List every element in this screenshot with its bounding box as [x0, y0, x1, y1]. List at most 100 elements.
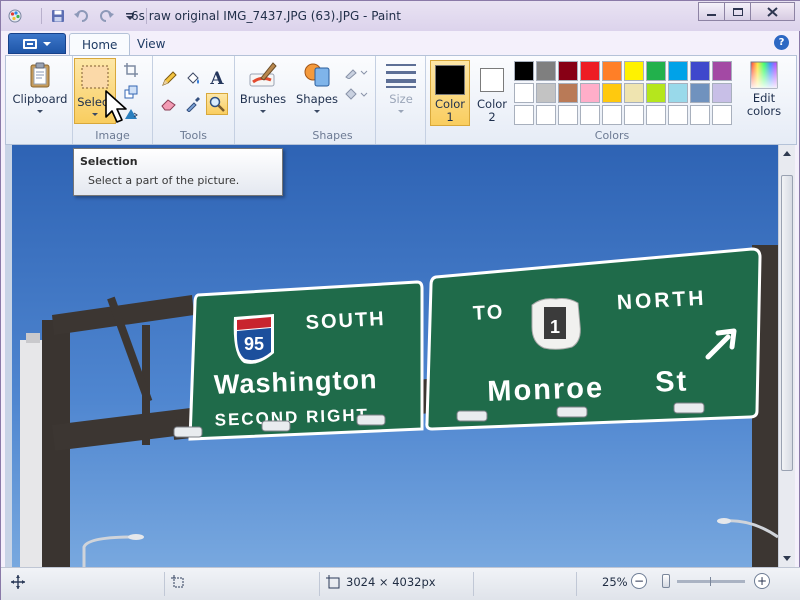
paint-menu-icon	[23, 38, 37, 49]
clipboard-icon	[30, 62, 50, 88]
scroll-up-icon[interactable]	[783, 151, 791, 156]
palette-color-swatch[interactable]	[602, 105, 622, 125]
tooltip-title: Selection	[80, 155, 138, 168]
size-button[interactable]: Size	[380, 62, 422, 113]
tooltip-description: Select a part of the picture.	[88, 174, 240, 187]
palette-color-swatch[interactable]	[624, 83, 644, 103]
palette-color-swatch[interactable]	[624, 61, 644, 81]
maximize-button[interactable]	[724, 2, 751, 21]
close-button[interactable]	[750, 2, 795, 21]
image-group-label: Image	[95, 129, 130, 142]
palette-color-swatch[interactable]	[602, 61, 622, 81]
help-icon[interactable]: ?	[774, 35, 789, 50]
tab-home[interactable]: Home	[69, 33, 131, 56]
vertical-scrollbar[interactable]	[778, 145, 795, 567]
scroll-down-icon[interactable]	[783, 556, 791, 561]
palette-color-swatch[interactable]	[536, 105, 556, 125]
palette-color-swatch[interactable]	[712, 61, 732, 81]
palette-color-swatch[interactable]	[558, 61, 578, 81]
pencil-tool[interactable]	[158, 68, 180, 90]
pencil-icon	[162, 71, 177, 86]
tools-group: A Tools	[153, 56, 235, 144]
edit-colors-button[interactable]: Edit colors	[738, 60, 790, 118]
colors-group: Color 1 Color 2 Edit colors Colors	[426, 56, 798, 144]
palette-color-swatch[interactable]	[690, 61, 710, 81]
zoom-in-button[interactable]: +	[754, 573, 770, 589]
window-controls	[698, 2, 795, 21]
mouse-cursor-icon	[105, 90, 127, 123]
paint-menu-button[interactable]	[8, 33, 66, 54]
save-icon[interactable]	[48, 7, 68, 25]
clipboard-label: Clipboard	[12, 92, 68, 106]
status-bar: 3024 × 4032px 25% − +	[1, 567, 800, 600]
paint-app-icon[interactable]	[7, 8, 23, 24]
undo-icon[interactable]	[72, 7, 92, 25]
status-separator	[576, 572, 577, 596]
zoom-slider-track[interactable]	[677, 580, 745, 583]
magnifier-tool[interactable]	[206, 93, 228, 115]
palette-color-swatch[interactable]	[536, 83, 556, 103]
palette-color-swatch[interactable]	[646, 61, 666, 81]
palette-color-swatch[interactable]	[668, 61, 688, 81]
right-sign-direction: NORTH	[616, 287, 707, 315]
us-route-shield: 1	[531, 298, 581, 350]
palette-color-swatch[interactable]	[624, 105, 644, 125]
scroll-thumb[interactable]	[781, 175, 793, 471]
canvas-area[interactable]: 95 SOUTH Washington SECOND RIGHT TO 1 NO…	[5, 145, 778, 567]
palette-color-swatch[interactable]	[646, 105, 666, 125]
selection-tooltip: Selection Select a part of the picture.	[73, 148, 283, 196]
palette-color-swatch[interactable]	[558, 105, 578, 125]
palette-color-swatch[interactable]	[580, 83, 600, 103]
zoom-out-button[interactable]: −	[631, 573, 647, 589]
palette-color-swatch[interactable]	[580, 105, 600, 125]
window-title: 6s raw original IMG_7437.JPG (63).JPG - …	[131, 9, 401, 23]
interstate-shield: 95	[233, 314, 274, 364]
palette-color-swatch[interactable]	[712, 105, 732, 125]
palette-color-swatch[interactable]	[580, 61, 600, 81]
minimize-button[interactable]	[698, 2, 725, 21]
zoom-slider-thumb[interactable]	[662, 574, 670, 588]
street-light-right-head	[717, 518, 731, 524]
eraser-tool[interactable]	[158, 93, 180, 115]
brush-icon	[249, 62, 277, 87]
outline-icon[interactable]	[342, 62, 370, 82]
palette-color-swatch[interactable]	[712, 83, 732, 103]
brushes-label: Brushes	[239, 92, 287, 106]
shapes-group-label: Shapes	[312, 129, 353, 142]
color2-button[interactable]: Color 2	[472, 60, 512, 126]
color-wheel-icon	[750, 61, 778, 89]
image-dimensions: 3024 × 4032px	[346, 575, 436, 589]
selection-size-item	[171, 575, 185, 589]
clipboard-button[interactable]: Clipboard	[12, 60, 68, 113]
color1-button[interactable]: Color 1	[430, 60, 470, 126]
color-picker-tool[interactable]	[182, 93, 204, 115]
palette-color-swatch[interactable]	[668, 83, 688, 103]
maximize-icon	[732, 7, 743, 16]
palette-color-swatch[interactable]	[536, 61, 556, 81]
tab-view[interactable]: View	[125, 33, 177, 55]
fill-icon[interactable]	[342, 84, 370, 104]
color1-swatch	[435, 65, 465, 95]
fill-tool[interactable]	[182, 68, 204, 90]
paint-window: 6s raw original IMG_7437.JPG (63).JPG - …	[0, 0, 800, 600]
color-picker-icon	[186, 97, 200, 112]
palette-color-swatch[interactable]	[514, 83, 534, 103]
right-sign-street: Monroe	[487, 372, 605, 408]
palette-color-swatch[interactable]	[668, 105, 688, 125]
palette-color-swatch[interactable]	[602, 83, 622, 103]
photo-canvas[interactable]: 95 SOUTH Washington SECOND RIGHT TO 1 NO…	[12, 145, 778, 567]
palette-color-swatch[interactable]	[514, 61, 534, 81]
palette-color-swatch[interactable]	[514, 105, 534, 125]
shapes-button[interactable]: Shapes	[294, 60, 340, 113]
palette-color-swatch[interactable]	[690, 105, 710, 125]
redo-icon[interactable]	[96, 7, 116, 25]
text-tool[interactable]: A	[206, 68, 228, 90]
color-palette	[514, 61, 733, 126]
crop-icon[interactable]	[121, 60, 141, 80]
brushes-button[interactable]: Brushes	[238, 60, 288, 113]
color2-label: Color 2	[477, 97, 508, 124]
palette-color-swatch[interactable]	[690, 83, 710, 103]
palette-color-swatch[interactable]	[558, 83, 578, 103]
palette-color-swatch[interactable]	[646, 83, 666, 103]
close-icon	[767, 6, 778, 17]
